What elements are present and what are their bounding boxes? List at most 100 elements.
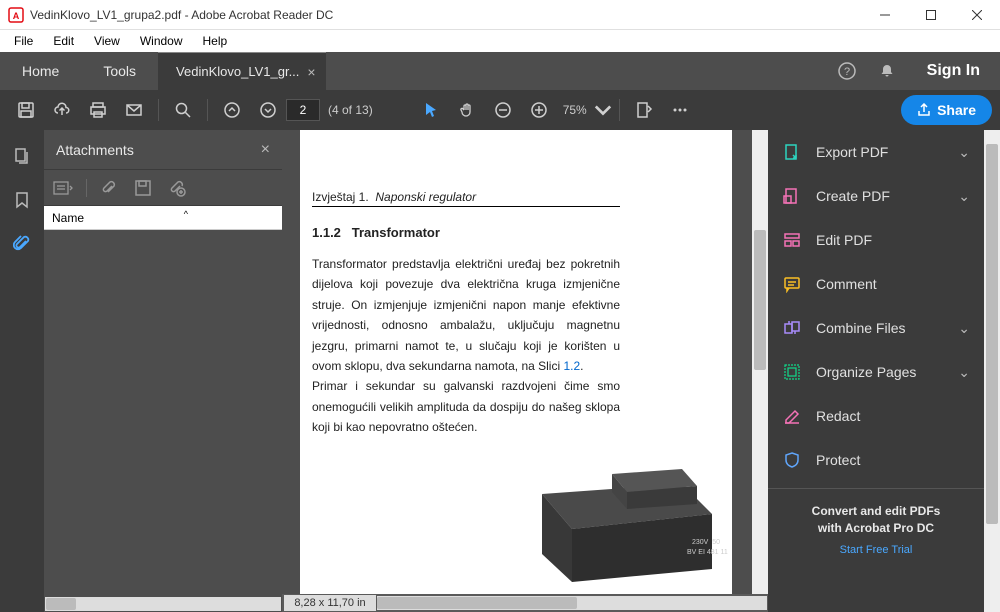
document-tab-label: VedinKlovo_LV1_gr... [176,64,299,79]
sort-indicator-icon: ^ [184,209,188,219]
bookmark-icon[interactable] [10,188,34,212]
navbar: Home Tools VedinKlovo_LV1_gr... × ? Sign… [0,52,1000,90]
right-panel-scrollbar[interactable] [984,130,1000,612]
hand-icon[interactable] [449,92,485,128]
minimize-button[interactable] [862,0,908,30]
fit-page-icon[interactable] [626,92,662,128]
organize-pages-icon [782,362,802,382]
tool-redact[interactable]: Redact [768,394,984,438]
window-title: VedinKlovo_LV1_grupa2.pdf - Adobe Acroba… [30,8,862,22]
chevron-down-icon: ⌄ [958,188,970,205]
edit-pdf-icon [782,230,802,250]
more-icon[interactable] [662,92,698,128]
window-buttons [862,0,1000,30]
share-button[interactable]: Share [901,95,992,125]
menu-window[interactable]: Window [130,32,193,50]
attachment-options-icon[interactable] [52,176,76,200]
tool-combine-files[interactable]: Combine Files⌄ [768,306,984,350]
vertical-scrollbar[interactable] [752,130,768,594]
attachments-icon[interactable] [10,232,34,256]
menu-help[interactable]: Help [193,32,238,50]
page-count-label: (4 of 13) [328,103,373,117]
document-statusbar: 8,28 x 11,70 in [282,594,768,612]
page-down-icon[interactable] [250,92,286,128]
attachments-title: Attachments [56,142,134,158]
svg-text:A: A [13,11,20,21]
zoom-level-label[interactable]: 75% [563,103,587,117]
bell-icon[interactable] [867,52,907,90]
tool-export-pdf[interactable]: Export PDF⌄ [768,130,984,174]
document-tab[interactable]: VedinKlovo_LV1_gr... × [158,52,326,90]
tool-organize-pages[interactable]: Organize Pages⌄ [768,350,984,394]
thumbnails-icon[interactable] [10,144,34,168]
close-button[interactable] [954,0,1000,30]
pointer-icon[interactable] [413,92,449,128]
tab-tools[interactable]: Tools [81,52,158,90]
attachments-list [44,230,282,596]
protect-icon [782,450,802,470]
menubar: File Edit View Window Help [0,30,1000,52]
help-icon[interactable]: ? [827,52,867,90]
search-icon[interactable] [165,92,201,128]
tab-home[interactable]: Home [0,52,81,90]
horizontal-scrollbar[interactable] [377,596,767,610]
combine-files-icon [782,318,802,338]
zoom-chevron-icon[interactable] [593,92,613,128]
zoom-in-icon[interactable] [521,92,557,128]
comment-icon [782,274,802,294]
start-trial-link[interactable]: Start Free Trial [784,543,968,558]
attachment-save-icon[interactable] [131,176,155,200]
chevron-down-icon: ⌄ [958,320,970,337]
chevron-down-icon: ⌄ [958,144,970,161]
svg-text:BV EI 481 11: BV EI 481 11 [687,549,728,556]
attachments-header: Attachments × [44,130,282,170]
maximize-button[interactable] [908,0,954,30]
transformer-image: 230V 50 BV EI 481 11 [482,434,742,584]
app-icon: A [8,7,24,23]
zoom-out-icon[interactable] [485,92,521,128]
attachments-toolbar [44,170,282,206]
tool-edit-pdf[interactable]: Edit PDF [768,218,984,262]
create-pdf-icon [782,186,802,206]
tools-panel: Export PDF⌄ Create PDF⌄ Edit PDF Comment… [768,130,984,612]
export-pdf-icon [782,142,802,162]
attachments-close-icon[interactable]: × [261,141,270,159]
redact-icon [782,406,802,426]
attachment-add-icon[interactable] [165,176,189,200]
titlebar: A VedinKlovo_LV1_grupa2.pdf - Adobe Acro… [0,0,1000,30]
cloud-upload-icon[interactable] [44,92,80,128]
document-view[interactable]: Izvještaj 1. Naponski regulator 1.1.2 Tr… [282,130,768,594]
promo-box: Convert and edit PDFs with Acrobat Pro D… [768,488,984,566]
page-up-icon[interactable] [214,92,250,128]
left-nav-strip [0,130,44,612]
print-icon[interactable] [80,92,116,128]
attachments-panel: Attachments × Name ^ [44,130,282,612]
tool-create-pdf[interactable]: Create PDF⌄ [768,174,984,218]
menu-view[interactable]: View [84,32,130,50]
attachment-open-icon[interactable] [97,176,121,200]
tool-comment[interactable]: Comment [768,262,984,306]
page-dimensions: 8,28 x 11,70 in [284,595,376,611]
page-number-input[interactable] [286,99,320,121]
figure-link[interactable]: 1.2 [563,359,580,373]
document-container: Izvještaj 1. Naponski regulator 1.1.2 Tr… [282,130,768,612]
share-label: Share [937,102,976,118]
save-icon[interactable] [8,92,44,128]
attachments-scrollbar[interactable] [44,596,282,612]
toolbar: (4 of 13) 75% Share [0,90,1000,130]
pdf-page: Izvještaj 1. Naponski regulator 1.1.2 Tr… [300,130,732,594]
attachments-table: Name ^ [44,206,282,230]
menu-edit[interactable]: Edit [43,32,84,50]
svg-text:230V 50: 230V 50 [692,539,720,546]
sign-in-button[interactable]: Sign In [907,52,1000,90]
tool-protect[interactable]: Protect [768,438,984,482]
paragraph-1: Transformator predstavlja električni ure… [312,254,620,376]
main-area: Attachments × Name ^ Izvještaj 1. [0,130,1000,612]
menu-file[interactable]: File [4,32,43,50]
mail-icon[interactable] [116,92,152,128]
svg-text:?: ? [844,66,850,78]
document-tab-close-icon[interactable]: × [307,64,315,80]
attachments-name-column[interactable]: Name ^ [44,206,282,230]
paragraph-2: Primar i sekundar su galvanski razdvojen… [312,376,620,437]
chevron-down-icon: ⌄ [958,364,970,381]
